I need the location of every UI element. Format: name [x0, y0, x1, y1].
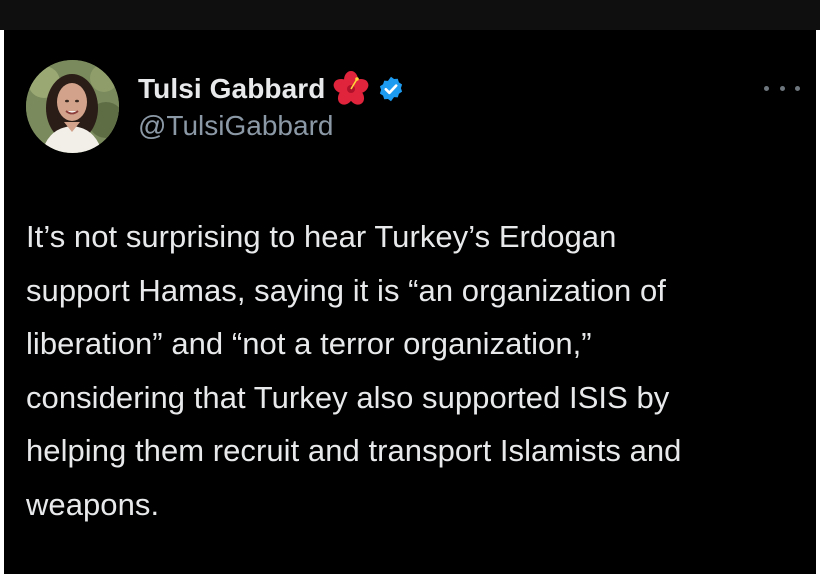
author-handle[interactable]: @TulsiGabbard [138, 110, 333, 142]
ellipsis-icon-dot [795, 85, 800, 91]
top-bar [0, 0, 820, 30]
verified-badge-icon [377, 75, 405, 103]
avatar-image [26, 60, 119, 153]
tweet-text: It’s not surprising to hear Turkey’s Erd… [26, 219, 682, 522]
ellipsis-icon-dot [764, 85, 769, 91]
author-name-row: Tulsi Gabbard [138, 71, 405, 107]
avatar[interactable] [26, 60, 119, 153]
ellipsis-icon-dot [779, 85, 785, 91]
hibiscus-icon [333, 71, 369, 107]
author-display-name[interactable]: Tulsi Gabbard [138, 73, 325, 105]
more-options-button[interactable] [764, 78, 800, 98]
screenshot-frame: Tulsi Gabbard @TulsiGabbard It’s not sur… [0, 0, 820, 578]
tweet-card[interactable]: Tulsi Gabbard @TulsiGabbard It’s not sur… [4, 30, 816, 574]
